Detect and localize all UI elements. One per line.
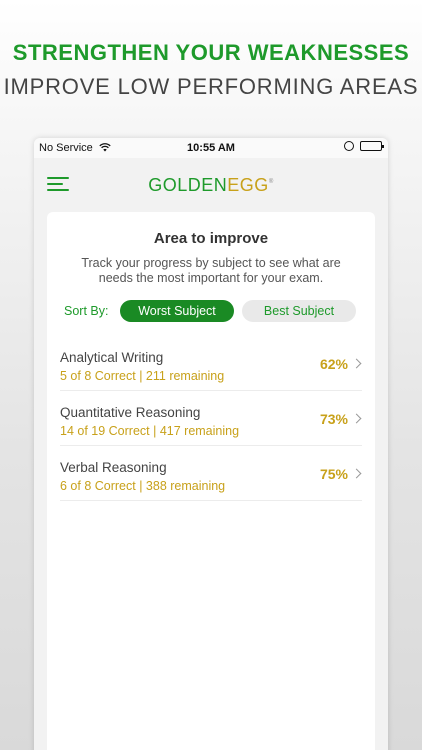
status-bar: No Service 10:55 AM [34, 138, 388, 158]
logo-registered-mark: ® [268, 179, 274, 185]
subject-percent: 75% [319, 466, 348, 482]
subject-percent: 62% [319, 356, 348, 372]
subject-name: Verbal Reasoning [60, 460, 167, 475]
subject-list: Analytical Writing 5 of 8 Correct | 211 … [60, 336, 362, 501]
nav-bar: GOLDENEGG® [34, 158, 388, 210]
area-to-improve-card: Area to improve Track your progress by s… [47, 212, 375, 750]
golden-egg-logo: GOLDENEGG® [34, 175, 388, 196]
subject-name: Analytical Writing [60, 350, 164, 365]
subject-stats: 5 of 8 Correct | 211 remaining [60, 369, 225, 383]
logo-text-golden: GOLDEN [148, 175, 228, 195]
chevron-right-icon [351, 358, 362, 369]
promo-subheadline: IMPROVE LOW PERFORMING AREAS [3, 74, 419, 99]
subject-row-analytical-writing[interactable]: Analytical Writing 5 of 8 Correct | 211 … [60, 336, 362, 391]
chevron-right-icon [351, 468, 362, 479]
card-description: Track your progress by subject to see wh… [81, 256, 341, 285]
subject-percent: 73% [319, 411, 348, 427]
status-indicators [344, 141, 384, 151]
subject-name: Quantitative Reasoning [60, 405, 201, 420]
promo-headline: STRENGTHEN YOUR WEAKNESSES [12, 40, 410, 65]
rotation-lock-icon [344, 141, 354, 151]
phone-screen: No Service 10:55 AM GOLDENEGG® Area to i… [34, 138, 388, 750]
sort-best-subject-button[interactable]: Best Subject [242, 300, 356, 322]
card-title: Area to improve [153, 230, 269, 247]
subject-stats: 14 of 19 Correct | 417 remaining [60, 424, 240, 438]
subject-stats: 6 of 8 Correct | 388 remaining [60, 479, 226, 493]
subject-row-verbal-reasoning[interactable]: Verbal Reasoning 6 of 8 Correct | 388 re… [60, 446, 362, 501]
sort-worst-subject-button[interactable]: Worst Subject [120, 300, 234, 322]
sort-label: Sort By: [64, 304, 109, 318]
subject-row-quantitative-reasoning[interactable]: Quantitative Reasoning 14 of 19 Correct … [60, 391, 362, 446]
status-time: 10:55 AM [187, 142, 235, 154]
logo-text-egg: EGG [227, 175, 269, 195]
sort-controls: Sort By: Worst Subject Best Subject [64, 300, 364, 322]
chevron-right-icon [351, 413, 362, 424]
battery-icon [360, 141, 384, 151]
